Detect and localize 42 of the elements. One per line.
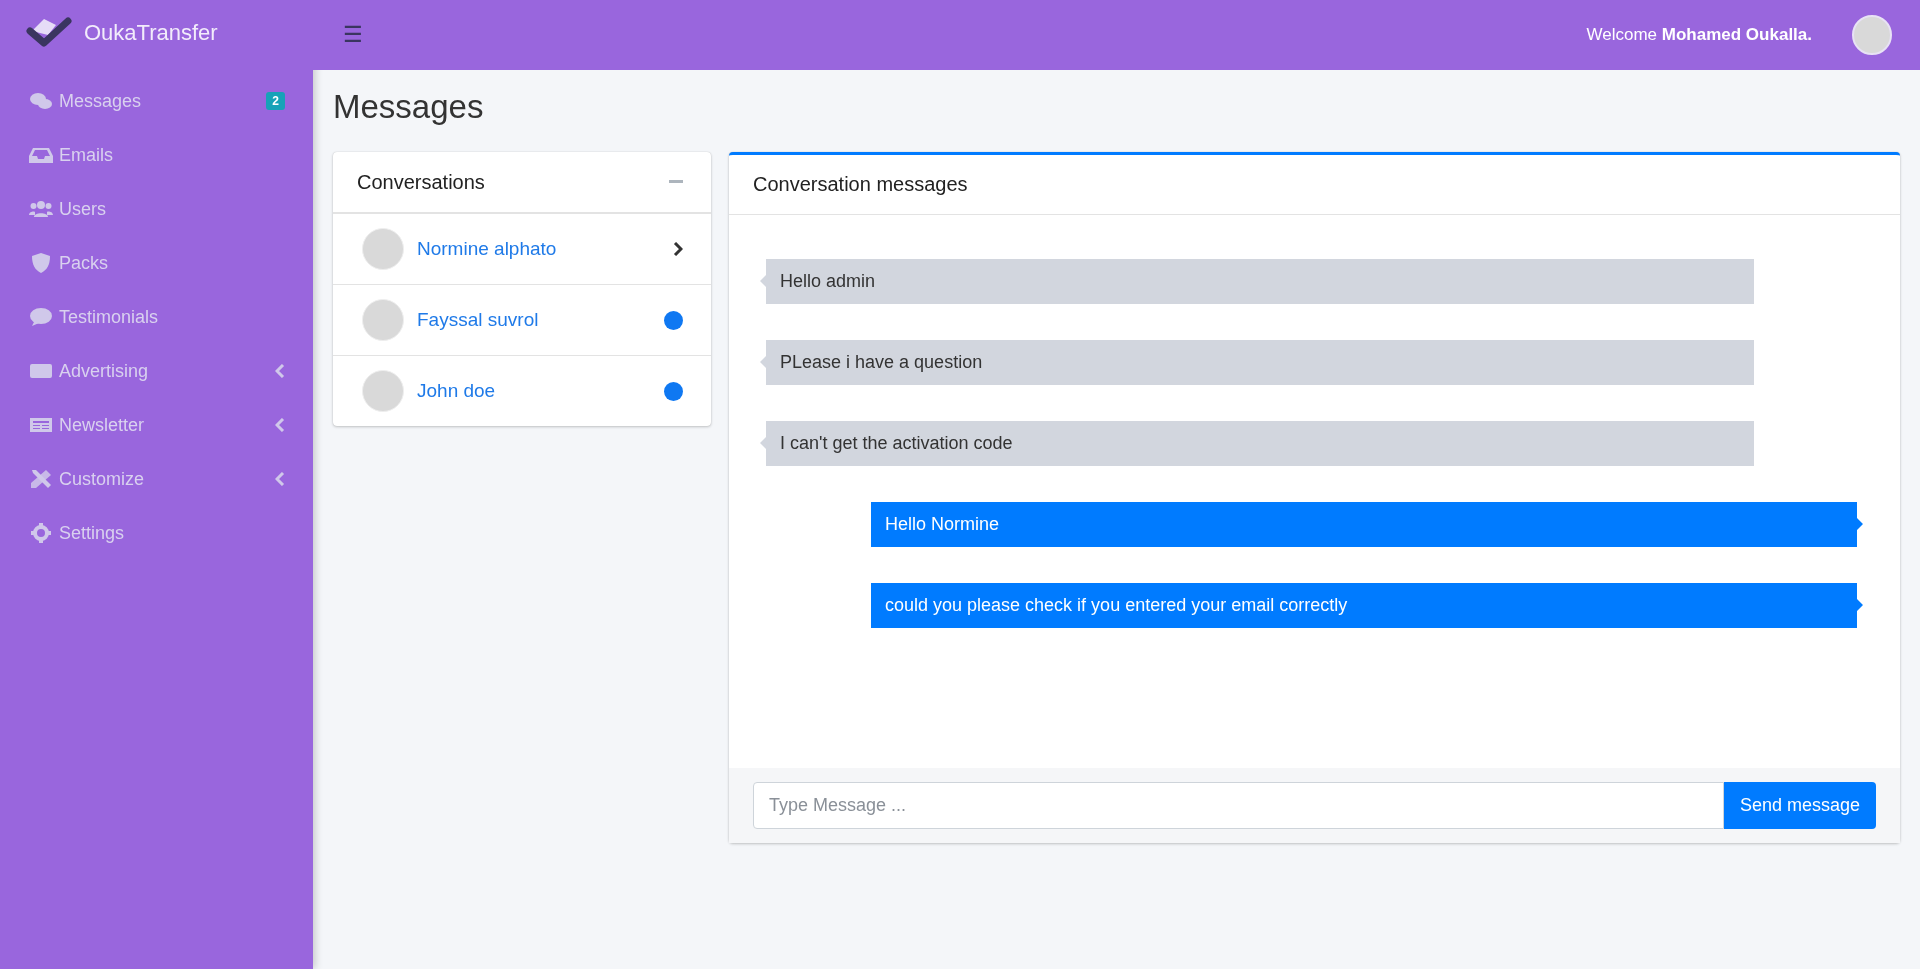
card-title: Conversation messages: [753, 173, 968, 196]
shield-icon: [29, 253, 53, 273]
welcome-text: Welcome Mohamed Oukalla.: [1586, 25, 1812, 45]
sidebar-item[interactable]: Packs: [0, 236, 313, 290]
sidebar-item[interactable]: Newsletter: [0, 398, 313, 452]
message-bubble: could you please check if you entered your email correctly: [871, 583, 1863, 628]
conversation-item[interactable]: Fayssal suvrol: [333, 285, 711, 356]
sidebar-item[interactable]: Testimonials: [0, 290, 313, 344]
message-bubble: Hello Normine: [871, 502, 1863, 547]
message-bubble: Hello admin: [760, 259, 1754, 304]
user-avatar[interactable]: [1852, 15, 1892, 55]
minus-icon: [669, 180, 683, 184]
settings-icon: [29, 523, 53, 543]
comment-icon: [29, 307, 53, 327]
send-button[interactable]: Send message: [1723, 782, 1876, 829]
tools-icon: [29, 469, 53, 489]
avatar: [362, 228, 404, 270]
contact-name[interactable]: Fayssal suvrol: [417, 309, 651, 331]
message-input[interactable]: Type Message ...: [753, 782, 1724, 829]
chat-bubbles-icon: [29, 91, 53, 111]
count-badge: 2: [266, 92, 285, 110]
avatar: [362, 299, 404, 341]
card-title: Conversations: [357, 170, 485, 194]
sidebar-item[interactable]: Users: [0, 182, 313, 236]
message-bubble: I can't get the activation code: [760, 421, 1754, 466]
message-bubble: PLease i have a question: [760, 340, 1754, 385]
inbox-icon: [29, 145, 53, 165]
sidebar-item[interactable]: Messages 2: [0, 74, 313, 128]
brand-name: OukaTransfer: [84, 20, 218, 46]
users-icon: [29, 199, 53, 219]
avatar: [362, 370, 404, 412]
contact-name[interactable]: Normine alphato: [417, 238, 660, 260]
contact-name[interactable]: John doe: [417, 380, 651, 402]
menu-button[interactable]: ☰: [343, 22, 363, 48]
conversation-item[interactable]: John doe: [333, 356, 711, 426]
sidebar-item[interactable]: Settings: [0, 506, 313, 560]
sidebar-item[interactable]: Emails: [0, 128, 313, 182]
newspaper-icon: [29, 415, 53, 435]
conversation-item[interactable]: Normine alphato: [333, 214, 711, 285]
sidebar-item[interactable]: Advertising: [0, 344, 313, 398]
sidebar-item[interactable]: Customize: [0, 452, 313, 506]
page-title: Messages: [333, 88, 485, 126]
